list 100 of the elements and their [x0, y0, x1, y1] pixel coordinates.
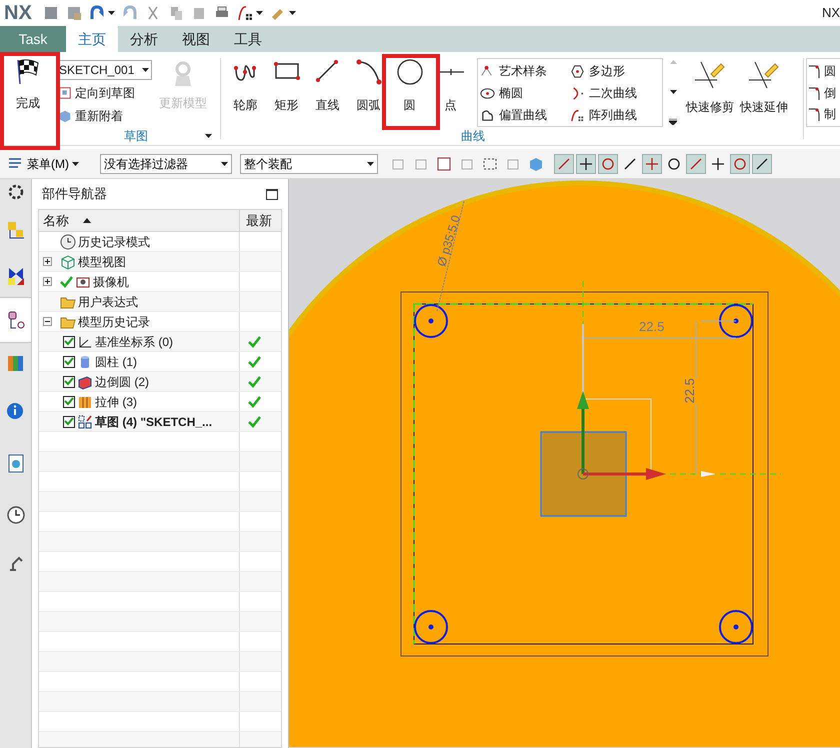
checkbox[interactable]	[63, 416, 75, 428]
ellipse-icon	[480, 86, 495, 100]
caret-icon[interactable]	[256, 11, 263, 15]
expand-icon[interactable]	[43, 257, 52, 266]
assembly-tree-icon	[6, 220, 26, 240]
snap-line-icon	[623, 156, 637, 170]
curve-command[interactable]: 点	[430, 58, 471, 127]
ribbon-tab[interactable]: 分析	[118, 26, 170, 52]
curve-command[interactable]: 矩形	[266, 58, 307, 127]
redo-icon	[122, 5, 138, 21]
snap-line-icon	[755, 156, 769, 170]
caret-icon[interactable]	[142, 68, 149, 72]
arc-icon	[354, 58, 382, 86]
caret-icon[interactable]	[288, 11, 296, 15]
select-filter-icon	[436, 156, 452, 172]
finish-button[interactable]: 完成	[0, 52, 56, 145]
resource-tab[interactable]	[0, 297, 31, 343]
corner-command[interactable]: 制	[809, 103, 840, 126]
curve-command[interactable]: 圆	[389, 58, 430, 127]
checkbox[interactable]	[63, 376, 75, 388]
ribbon-tab[interactable]: 视图	[170, 26, 222, 52]
checkbox[interactable]	[63, 356, 75, 368]
task-tab[interactable]: Task	[0, 26, 66, 52]
gallery-item[interactable]: 二次曲线	[570, 82, 660, 104]
corner-command[interactable]: 圆	[809, 60, 840, 82]
caret-icon[interactable]	[205, 134, 212, 138]
curve-pattern-icon	[236, 5, 253, 21]
tree-item-label[interactable]: 拉伸 (3)	[95, 392, 137, 410]
expand-icon[interactable]	[43, 277, 52, 286]
gallery-item[interactable]: 偏置曲线	[480, 104, 570, 126]
snap-cross-icon	[711, 156, 725, 170]
corner-icon	[809, 86, 821, 100]
snap-toggle[interactable]	[642, 154, 662, 174]
offset-curve-icon	[480, 108, 495, 122]
clock-icon	[6, 505, 26, 525]
cube-icon	[58, 109, 72, 123]
tree-item-label[interactable]: 圆柱 (1)	[95, 352, 137, 370]
snap-line-icon	[557, 156, 571, 170]
panel-title: 部件导航器	[42, 185, 107, 204]
edit-command[interactable]: 快速延伸	[737, 58, 791, 127]
sketch-command[interactable]: 重新附着	[56, 106, 152, 126]
check-icon	[248, 356, 261, 368]
save-all-icon	[66, 5, 82, 21]
web-page-icon	[6, 453, 26, 473]
scope-dropdown[interactable]: 整个装配	[240, 154, 378, 174]
ribbon-tab[interactable]: 主页	[66, 26, 118, 52]
corner-icon	[809, 107, 821, 122]
snap-cross-icon	[645, 156, 659, 170]
collapse-icon[interactable]	[43, 317, 52, 326]
column-header[interactable]: 最新	[240, 210, 281, 231]
sketch-command[interactable]: 定向到草图	[56, 83, 152, 103]
pattern-curve-icon	[570, 108, 585, 122]
gallery-item[interactable]: 艺术样条	[480, 60, 570, 82]
scroll-down-icon[interactable]	[670, 90, 676, 94]
curve-command[interactable]: 圆弧	[348, 58, 389, 127]
curve-command[interactable]: 直线	[307, 58, 348, 127]
check-icon	[248, 416, 261, 428]
snap-cross-icon	[579, 156, 593, 170]
cube-wireframe-icon	[60, 254, 76, 270]
maximize-icon[interactable]	[266, 188, 278, 200]
column-header[interactable]: 名称	[39, 210, 240, 231]
curve-command[interactable]: 轮廓	[225, 58, 266, 127]
snap-toggle[interactable]	[752, 154, 772, 174]
sort-ascending-icon	[83, 218, 91, 223]
snap-toggle[interactable]	[686, 154, 706, 174]
corner-command[interactable]: 倒	[809, 82, 840, 104]
books-icon	[6, 353, 26, 373]
tree-item-label[interactable]: 模型历史记录	[78, 312, 150, 330]
snap-toggle[interactable]	[576, 154, 596, 174]
caret-icon[interactable]	[108, 11, 115, 15]
trim-pencil-icon	[695, 60, 725, 90]
dimension-label: Ø p35:5.0	[433, 212, 464, 269]
snap-toggle[interactable]	[598, 154, 618, 174]
checkbox[interactable]	[63, 336, 75, 348]
tree-item-label[interactable]: 摄像机	[93, 272, 129, 290]
sketch-icon	[77, 414, 93, 430]
selection-filter-dropdown[interactable]: 没有选择过滤器	[100, 154, 232, 174]
gallery-item[interactable]: 椭圆	[480, 82, 570, 104]
gallery-item[interactable]: 阵列曲线	[570, 104, 660, 126]
tree-item-label[interactable]: 模型视图	[78, 252, 126, 270]
edit-command[interactable]: 快速修剪	[683, 58, 737, 127]
snap-toggle[interactable]	[730, 154, 750, 174]
checkbox[interactable]	[63, 396, 75, 408]
tree-item-label[interactable]: 历史记录模式	[78, 232, 150, 250]
polygon-icon	[570, 64, 585, 78]
snap-toggle[interactable]	[554, 154, 574, 174]
gallery-item[interactable]: 多边形	[570, 60, 660, 82]
caret-icon[interactable]	[72, 162, 79, 166]
group-label: 曲线	[461, 128, 485, 145]
menu-button[interactable]: 菜单(M)	[8, 154, 86, 172]
dimension-label: 22.5	[639, 318, 664, 336]
group-label: 草图	[124, 128, 148, 144]
check-icon	[248, 396, 261, 408]
app-name: NX	[822, 4, 840, 22]
caret-icon[interactable]	[221, 162, 228, 166]
ribbon-tab[interactable]: 工具	[222, 26, 274, 52]
expand-gallery-icon[interactable]	[669, 119, 677, 125]
caret-icon[interactable]	[367, 162, 374, 166]
box-select-icon	[482, 156, 498, 172]
constraint-icon	[6, 266, 26, 286]
